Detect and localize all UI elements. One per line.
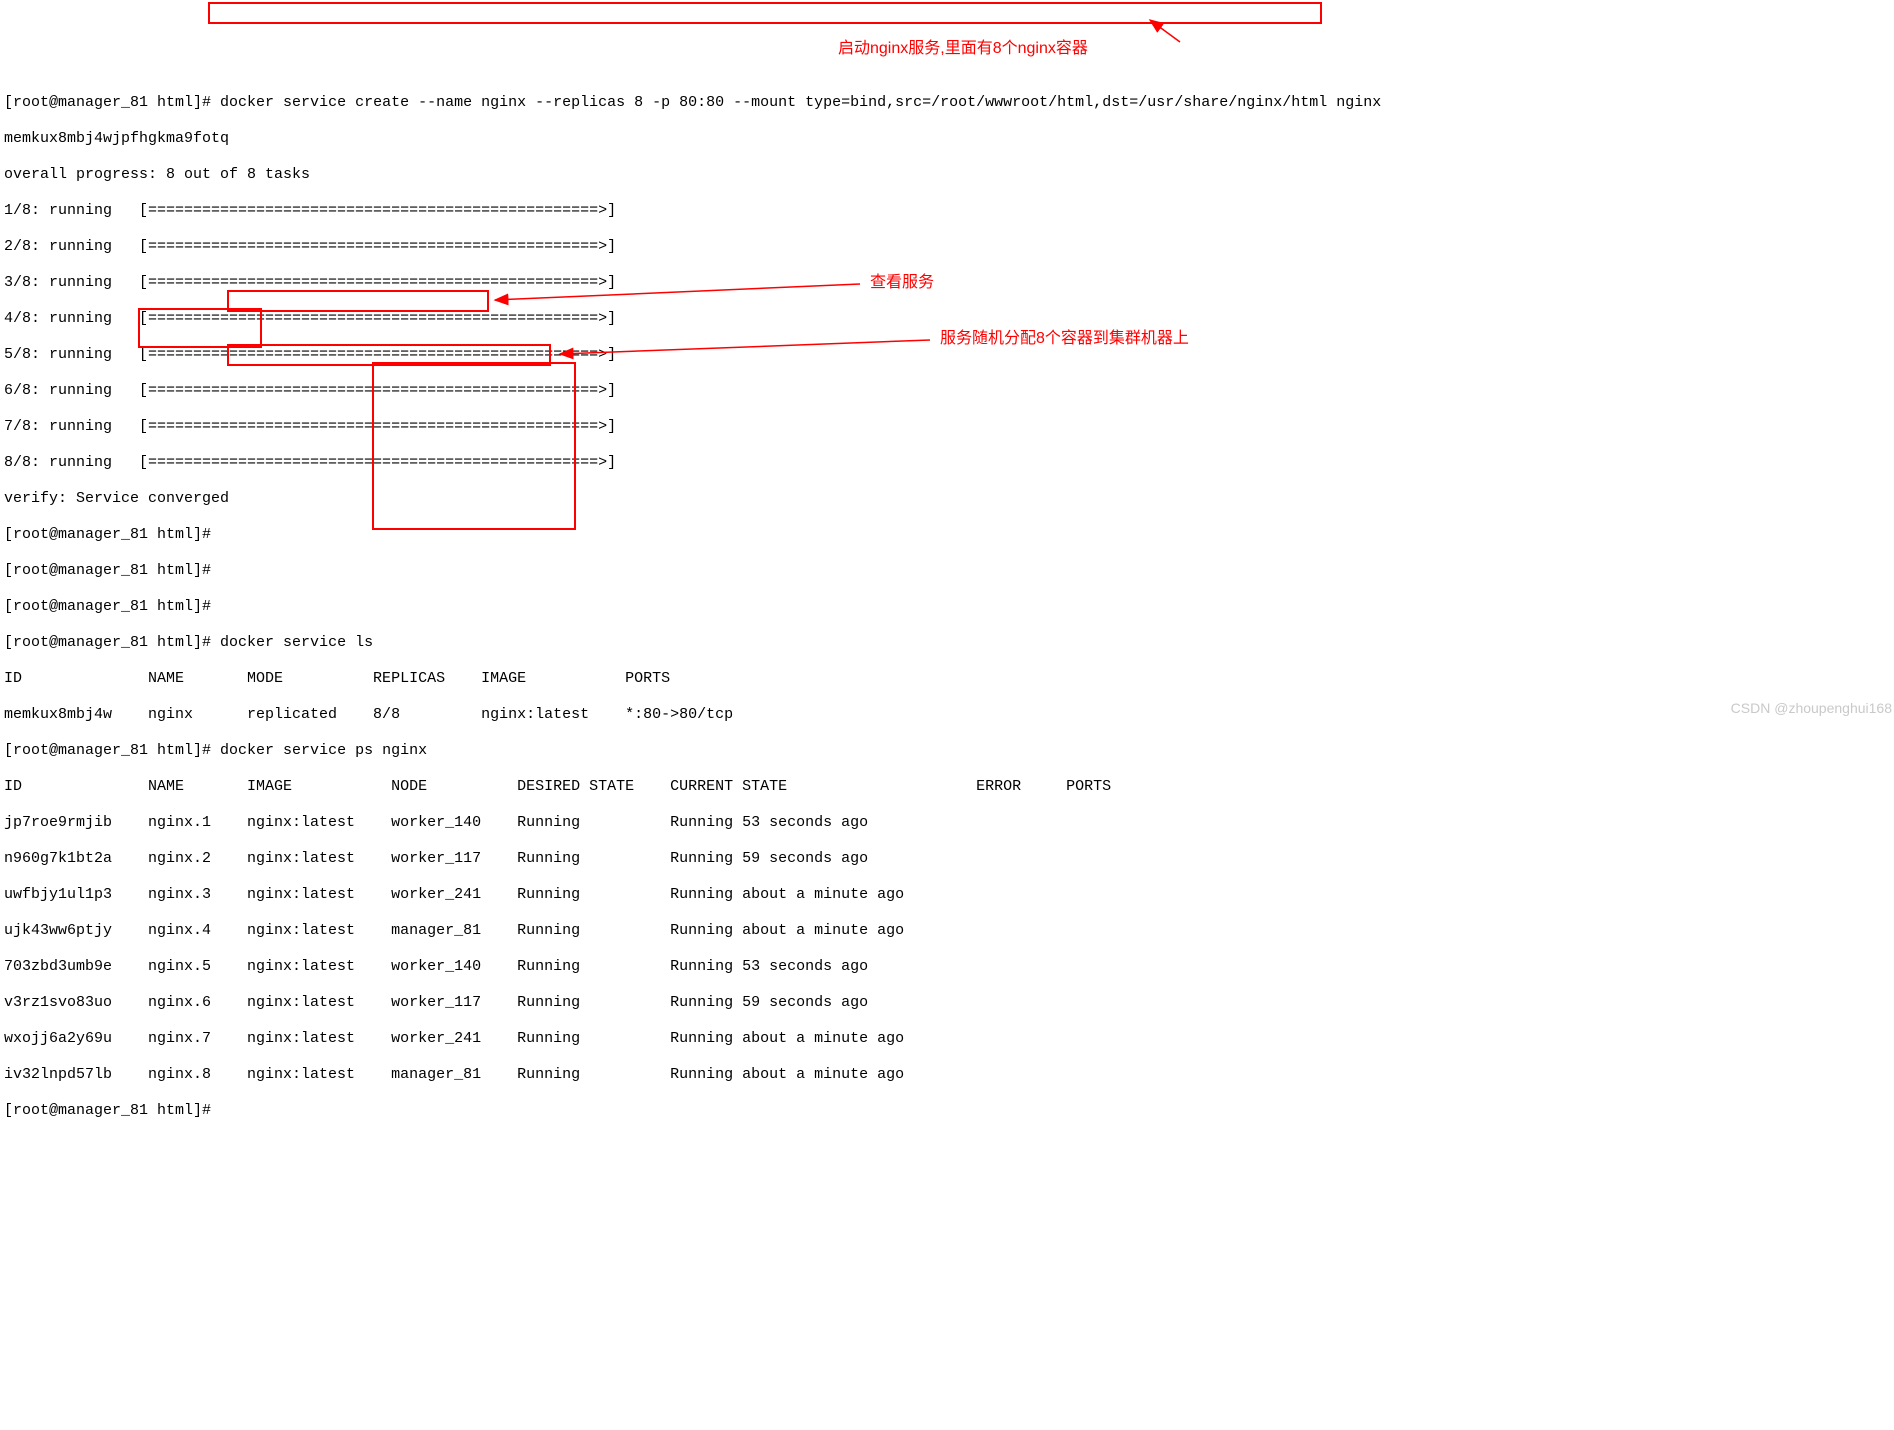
task-row: 7/8: running [==========================… (4, 418, 1894, 436)
verify-line: verify: Service converged (4, 490, 1894, 508)
task-row: 6/8: running [==========================… (4, 382, 1894, 400)
annotation-start-nginx: 启动nginx服务,里面有8个nginx容器 (838, 40, 1088, 58)
highlight-box-cmd-create (208, 2, 1322, 24)
watermark: CSDN @zhoupenghui168 (1731, 699, 1892, 717)
prompt-line-ls: [root@manager_81 html]# docker service l… (4, 634, 1894, 652)
highlight-box-cmd-ls (227, 290, 489, 312)
task-row: 2/8: running [==========================… (4, 238, 1894, 256)
annotation-view-service: 查看服务 (870, 274, 934, 292)
cmd-ls: docker service ls (220, 634, 373, 651)
overall-progress: overall progress: 8 out of 8 tasks (4, 166, 1894, 184)
prompt-line: [root@manager_81 html]# (4, 1102, 1894, 1120)
ps-row: uwfbjy1ul1p3 nginx.3 nginx:latest worker… (4, 886, 1894, 904)
service-id: memkux8mbj4wjpfhgkma9fotq (4, 130, 1894, 148)
ps-row: jp7roe9rmjib nginx.1 nginx:latest worker… (4, 814, 1894, 832)
task-row: 3/8: running [==========================… (4, 274, 1894, 292)
ls-header: ID NAME MODE REPLICAS IMAGE PORTS (4, 670, 1894, 688)
ps-row: n960g7k1bt2a nginx.2 nginx:latest worker… (4, 850, 1894, 868)
ps-row: ujk43ww6ptjy nginx.4 nginx:latest manage… (4, 922, 1894, 940)
cmd-ps: docker service ps nginx (220, 742, 427, 759)
prompt-line: [root@manager_81 html]# (4, 526, 1894, 544)
ps-row: 703zbd3umb9e nginx.5 nginx:latest worker… (4, 958, 1894, 976)
task-row: 8/8: running [==========================… (4, 454, 1894, 472)
annotation-distribution: 服务随机分配8个容器到集群机器上 (940, 330, 1189, 348)
prompt-line: [root@manager_81 html]# (4, 562, 1894, 580)
ls-row: memkux8mbj4w nginx replicated 8/8 nginx:… (4, 706, 1894, 724)
ps-row: v3rz1svo83uo nginx.6 nginx:latest worker… (4, 994, 1894, 1012)
task-row: 5/8: running [==========================… (4, 346, 1894, 364)
prompt-line-ps: [root@manager_81 html]# docker service p… (4, 742, 1894, 760)
task-row: 1/8: running [==========================… (4, 202, 1894, 220)
ps-header: ID NAME IMAGE NODE DESIRED STATE CURRENT… (4, 778, 1894, 796)
prompt-line-1: [root@manager_81 html]# docker service c… (4, 94, 1894, 112)
prompt-line: [root@manager_81 html]# (4, 598, 1894, 616)
ps-row: wxojj6a2y69u nginx.7 nginx:latest worker… (4, 1030, 1894, 1048)
cmd-create: docker service create --name nginx --rep… (220, 94, 1381, 111)
ps-row: iv32lnpd57lb nginx.8 nginx:latest manage… (4, 1066, 1894, 1084)
task-row: 4/8: running [==========================… (4, 310, 1894, 328)
